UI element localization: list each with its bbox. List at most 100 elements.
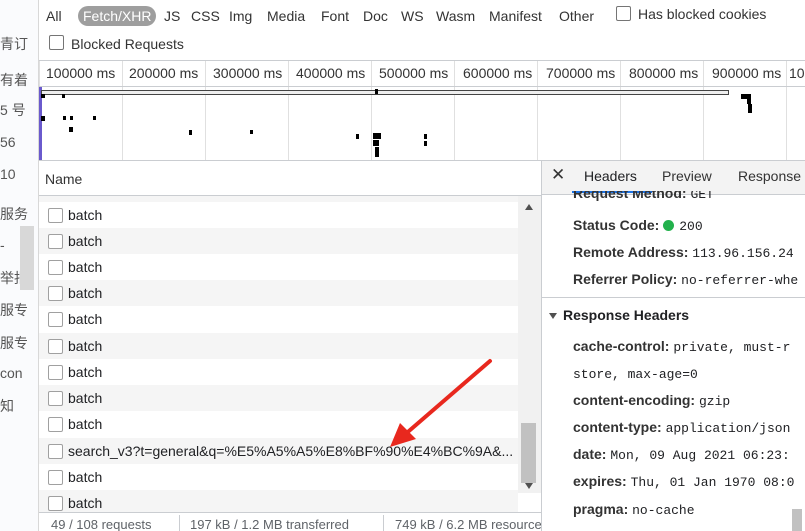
filter-doc[interactable]: Doc (363, 6, 388, 26)
resources-size: 749 kB / 6.2 MB resources (395, 517, 542, 531)
timeline-mark (424, 134, 427, 139)
timeline-gridline (371, 61, 372, 160)
filter-ws[interactable]: WS (401, 6, 424, 26)
row-checkbox[interactable] (48, 286, 63, 301)
timeline-tick-label: 600000 ms (463, 65, 533, 81)
row-checkbox[interactable] (48, 470, 63, 485)
row-checkbox[interactable] (48, 312, 63, 327)
table-row[interactable]: batch (39, 254, 518, 280)
request-list-scrollbar[interactable] (518, 196, 541, 493)
filter-img[interactable]: Img (229, 6, 252, 26)
row-checkbox[interactable] (48, 365, 63, 380)
timeline-tick-label: 300000 ms (213, 65, 283, 81)
header-value: store, max-age=0 (573, 367, 698, 382)
scrollbar-thumb[interactable] (521, 423, 536, 483)
request-details-pane: ✕ Headers Preview Response Request Metho… (542, 161, 805, 531)
strip-text: 56 (0, 134, 16, 150)
header-key: Referrer Policy: (573, 271, 678, 287)
row-checkbox[interactable] (48, 260, 63, 275)
header-key: expires: (573, 473, 627, 489)
scroll-down-arrow-icon[interactable] (525, 483, 533, 489)
header-row-pragma: pragma: no-cache (573, 501, 695, 518)
tab-response[interactable]: Response (738, 168, 801, 184)
timeline-gridline (288, 61, 289, 160)
header-value: private, must-r (673, 340, 791, 355)
timeline-gridline (620, 61, 621, 160)
details-tab-bar: ✕ Headers Preview Response (542, 161, 805, 195)
header-row-cache-control-cont: store, max-age=0 (573, 365, 698, 382)
header-value: Thu, 01 Jan 1970 08:0 (630, 475, 795, 490)
response-headers-section-toggle[interactable]: Response Headers (549, 307, 689, 323)
tab-headers[interactable]: Headers (584, 168, 637, 184)
row-checkbox[interactable] (48, 234, 63, 249)
timeline-gridline (786, 61, 787, 160)
header-row-date: date: Mon, 09 Aug 2021 06:23: (573, 446, 790, 463)
row-checkbox[interactable] (48, 208, 63, 223)
blocked-requests-checkbox[interactable] (49, 35, 64, 50)
tab-preview[interactable]: Preview (662, 168, 712, 184)
scrollbar-thumb[interactable] (792, 509, 802, 531)
timeline-mark (373, 140, 379, 146)
row-checkbox[interactable] (48, 391, 63, 406)
table-row[interactable]: batch (39, 228, 518, 254)
table-row[interactable]: batch (39, 202, 518, 228)
timeline-gridline (537, 61, 538, 160)
request-name: batch (68, 338, 103, 354)
timeline-overview[interactable]: 100000 ms 200000 ms 300000 ms 400000 ms … (39, 61, 805, 161)
filter-font[interactable]: Font (321, 6, 349, 26)
strip-text: 服务 (0, 206, 28, 222)
row-checkbox[interactable] (48, 444, 63, 459)
filter-fetch-xhr[interactable]: Fetch/XHR (78, 6, 157, 26)
timeline-mark (189, 130, 192, 135)
filter-css[interactable]: CSS (191, 6, 220, 26)
triangle-down-icon (549, 313, 557, 320)
header-key: Request Method: (573, 191, 687, 201)
request-name: batch (68, 311, 103, 327)
header-key: Remote Address: (573, 244, 689, 260)
strip-text: 10 (0, 166, 16, 182)
filter-js[interactable]: JS (164, 6, 180, 26)
name-column-header[interactable]: Name (39, 161, 541, 196)
timeline-mark (41, 116, 45, 121)
close-icon[interactable]: ✕ (551, 165, 565, 185)
timeline-mark (748, 104, 752, 113)
strip-text: 服专 (0, 335, 28, 351)
row-checkbox[interactable] (48, 496, 63, 511)
request-name: batch (68, 207, 103, 223)
filter-media[interactable]: Media (267, 6, 305, 26)
timeline-mark (93, 116, 96, 120)
strip-text: - (0, 237, 5, 253)
request-count: 49 / 108 requests (51, 517, 152, 531)
filter-manifest[interactable]: Manifest (489, 6, 542, 26)
filter-all[interactable]: All (46, 6, 62, 26)
request-name: batch (68, 469, 103, 485)
status-ok-dot-icon (663, 220, 675, 231)
timeline-long-request-bar (41, 90, 729, 95)
timeline-mark (424, 141, 427, 146)
filter-wasm[interactable]: Wasm (436, 6, 475, 26)
scroll-up-arrow-icon[interactable] (525, 204, 533, 210)
has-blocked-cookies-checkbox[interactable] (616, 6, 631, 21)
details-scrollbar[interactable] (790, 195, 805, 531)
network-status-bar: 49 / 108 requests 197 kB / 1.2 MB transf… (39, 512, 541, 531)
timeline-mark (62, 94, 65, 98)
table-row[interactable]: batch (39, 280, 518, 306)
timeline-tick-label: 100000 ms (46, 65, 116, 81)
table-row[interactable]: batch (39, 306, 518, 332)
strip-text: 青订 (0, 36, 28, 52)
table-row[interactable]: batch (39, 464, 518, 490)
timeline-mark (69, 127, 73, 132)
row-checkbox[interactable] (48, 339, 63, 354)
background-page-strip: 青订 有着 5 号 56 10 服务 - 举报 服专 服专 con 知 (0, 0, 39, 531)
request-name: batch (68, 259, 103, 275)
timeline-mark (356, 134, 359, 139)
strip-text: 服专 (0, 302, 28, 318)
has-blocked-cookies-label: Has blocked cookies (638, 6, 767, 22)
header-row-request-method: Request Method: GET (573, 191, 714, 202)
header-key: date: (573, 446, 607, 462)
filter-other[interactable]: Other (559, 6, 594, 26)
strip-scrollbar[interactable] (20, 226, 34, 290)
timeline-mark (41, 94, 45, 98)
row-checkbox[interactable] (48, 417, 63, 432)
header-key: content-type: (573, 419, 662, 435)
